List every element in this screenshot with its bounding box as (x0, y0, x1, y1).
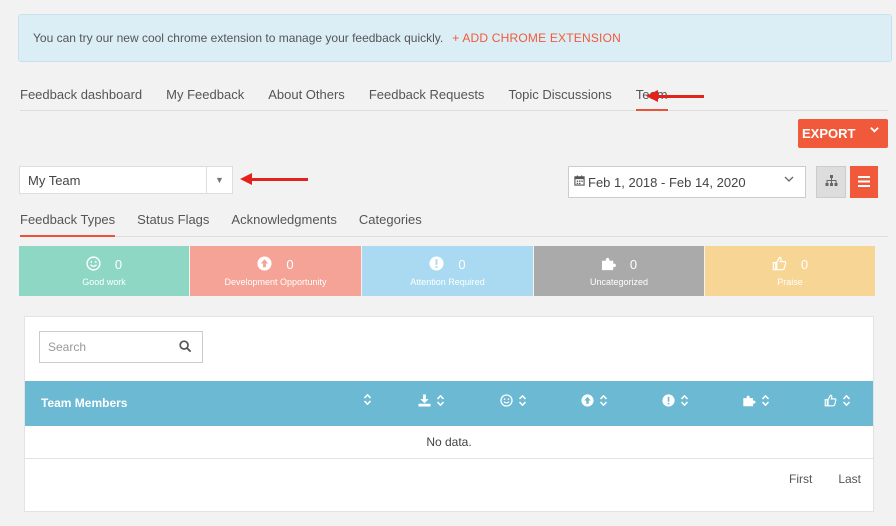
sort-icon (761, 394, 770, 409)
subtab-categories[interactable]: Categories (359, 212, 422, 237)
sort-icon (518, 394, 527, 409)
annotation-arrow-team-select (240, 173, 308, 185)
sort-column-good-work[interactable] (500, 394, 527, 410)
card-good-work[interactable]: 0 Good work (19, 246, 190, 296)
team-select[interactable]: My Team ▼ (19, 166, 233, 194)
date-range-value: Feb 1, 2018 - Feb 14, 2020 (588, 174, 746, 190)
sort-icon (363, 393, 372, 408)
thumbs-up-icon (824, 394, 837, 410)
card-attention-required[interactable]: 0 Attention Required (362, 246, 534, 296)
card-label: Development Opportunity (224, 276, 327, 287)
card-count: 0 (629, 257, 638, 272)
org-chart-view-button[interactable] (816, 166, 846, 198)
tab-topic-discussions[interactable]: Topic Discussions (508, 86, 611, 111)
chevron-down-icon (870, 125, 879, 137)
sub-tabs: Feedback Types Status Flags Acknowledgme… (20, 212, 888, 237)
puzzle-icon (601, 256, 616, 274)
export-label: EXPORT (802, 126, 856, 141)
banner-text: You can try our new cool chrome extensio… (33, 31, 444, 45)
smile-icon (500, 394, 513, 410)
sort-column-attention[interactable] (662, 394, 689, 410)
card-count: 0 (286, 257, 294, 272)
chrome-extension-banner: You can try our new cool chrome extensio… (18, 14, 892, 62)
team-members-panel: Search Team Members No data. First Last (24, 316, 874, 512)
exclamation-circle-icon (429, 255, 444, 274)
card-count: 0 (800, 257, 809, 272)
arrow-up-circle-icon (581, 394, 594, 410)
card-count: 0 (114, 257, 123, 272)
export-button[interactable]: EXPORT (798, 119, 888, 148)
sort-icon (680, 394, 689, 409)
sort-column-name[interactable] (358, 393, 372, 408)
pager-first-button[interactable]: First (789, 472, 812, 486)
dropdown-caret-icon[interactable]: ▼ (206, 167, 232, 193)
card-label: Attention Required (410, 276, 485, 287)
sort-icon (842, 394, 851, 409)
subtab-acknowledgments[interactable]: Acknowledgments (231, 212, 337, 237)
annotation-arrow-team (646, 90, 704, 102)
thumbs-up-icon (772, 256, 787, 274)
empty-table-message: No data. (25, 426, 873, 459)
chevron-down-icon (784, 174, 794, 187)
card-praise[interactable]: 0 Praise (705, 246, 876, 296)
feedback-type-cards: 0 Good work 0 Development Opportunity 0 … (19, 246, 876, 296)
sort-icon (436, 394, 445, 409)
sort-column-development[interactable] (581, 394, 608, 410)
pager-last-button[interactable]: Last (838, 472, 861, 486)
sort-column-download[interactable] (418, 394, 445, 410)
exclamation-circle-icon (662, 394, 675, 410)
team-members-header[interactable]: Team Members (41, 396, 127, 410)
search-placeholder: Search (48, 340, 87, 354)
card-label: Praise (777, 276, 803, 287)
list-view-button[interactable] (850, 166, 878, 198)
tab-feedback-requests[interactable]: Feedback Requests (369, 86, 485, 111)
search-input[interactable]: Search (39, 331, 203, 363)
add-chrome-extension-link[interactable]: + ADD CHROME EXTENSION (452, 31, 621, 45)
card-uncategorized[interactable]: 0 Uncategorized (534, 246, 705, 296)
calendar-icon (574, 175, 585, 189)
subtab-status-flags[interactable]: Status Flags (137, 212, 209, 237)
card-development-opportunity[interactable]: 0 Development Opportunity (190, 246, 362, 296)
card-label: Good work (82, 276, 126, 287)
tab-about-others[interactable]: About Others (268, 86, 345, 111)
hamburger-icon (858, 175, 870, 190)
main-tabs: Feedback dashboard My Feedback About Oth… (20, 86, 888, 111)
sort-column-uncategorized[interactable] (742, 394, 770, 410)
smile-icon (86, 255, 101, 274)
sitemap-icon (825, 174, 838, 190)
team-select-value: My Team (28, 172, 81, 188)
arrow-up-circle-icon (257, 255, 272, 274)
download-icon (418, 394, 431, 410)
date-range-picker[interactable]: Feb 1, 2018 - Feb 14, 2020 (568, 166, 806, 198)
search-icon[interactable] (179, 340, 192, 356)
pagination: First Last (763, 472, 861, 486)
puzzle-icon (742, 394, 756, 410)
table-header: Team Members (25, 381, 873, 426)
sort-column-praise[interactable] (824, 394, 851, 410)
subtab-feedback-types[interactable]: Feedback Types (20, 212, 116, 237)
tab-feedback-dashboard[interactable]: Feedback dashboard (20, 86, 142, 111)
sort-icon (599, 394, 608, 409)
card-label: Uncategorized (589, 276, 649, 287)
tab-my-feedback[interactable]: My Feedback (166, 86, 244, 111)
card-count: 0 (458, 257, 466, 272)
